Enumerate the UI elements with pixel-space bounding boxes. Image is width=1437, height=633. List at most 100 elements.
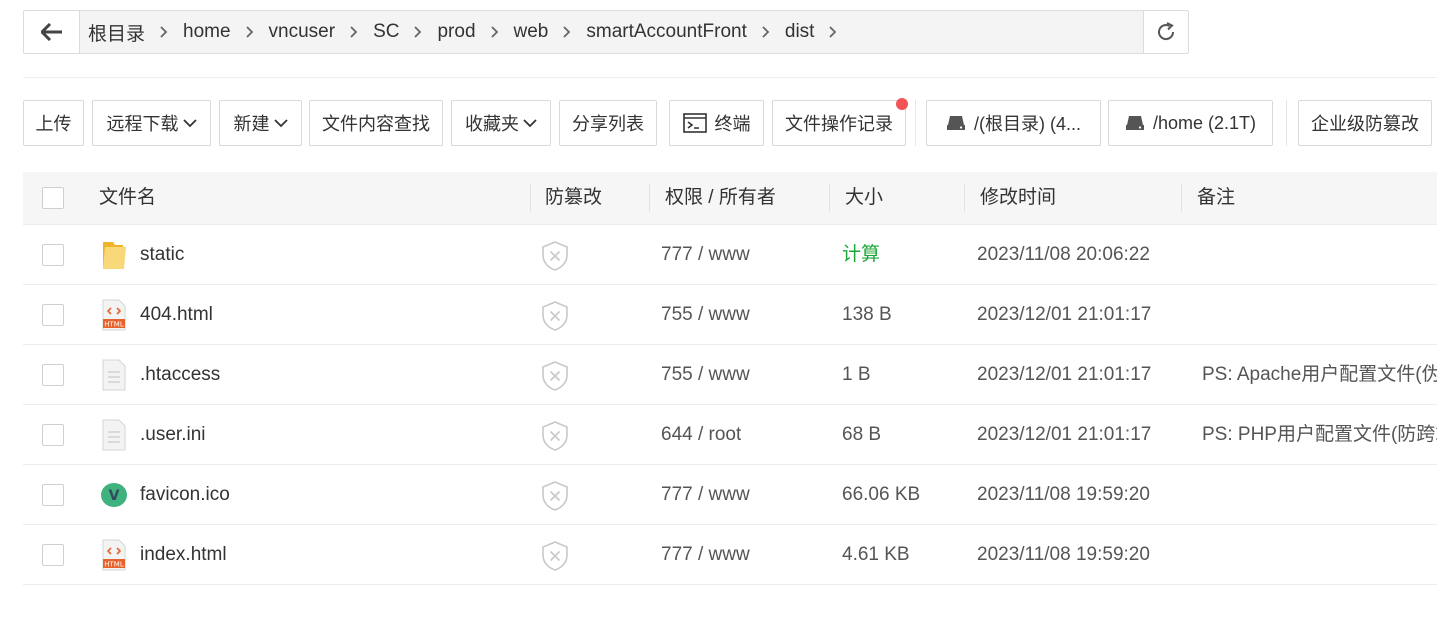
column-divider <box>649 184 650 212</box>
disk-home-button[interactable]: /home (2.1T) <box>1108 100 1273 146</box>
table-row[interactable]: .user.ini 644 / root 68 B 2023/12/01 21:… <box>23 405 1437 465</box>
breadcrumb-item-root[interactable]: 根目录 <box>88 19 145 46</box>
new-dropdown[interactable]: 新建 <box>219 100 302 146</box>
breadcrumb: 根目录 home vncuser SC prod web smartAccoun… <box>80 11 1143 53</box>
note: PS: Apache用户配置文件(伪静 <box>1202 364 1437 385</box>
remote-download-label: 远程下载 <box>106 114 179 134</box>
html-file-icon: HTML <box>102 539 126 571</box>
chevron-right-icon <box>335 25 373 39</box>
permission-owner[interactable]: 777 / www <box>661 225 750 285</box>
file-name[interactable]: index.html <box>140 525 227 585</box>
file-operation-log-label: 文件操作记录 <box>785 114 893 134</box>
vue-logo-icon: V <box>101 483 127 507</box>
divider <box>23 77 1437 78</box>
header-modified-time[interactable]: 修改时间 <box>980 172 1056 224</box>
select-all-checkbox[interactable] <box>42 187 64 209</box>
row-checkbox[interactable] <box>42 424 64 446</box>
tamper-shield-icon[interactable] <box>541 421 569 451</box>
tamper-proof-button[interactable]: 企业级防篡改 <box>1298 100 1432 146</box>
table-row[interactable]: HTML 404.html 755 / www 138 B 2023/12/01… <box>23 285 1437 345</box>
permission-owner[interactable]: 644 / root <box>661 405 741 465</box>
header-size[interactable]: 大小 <box>845 172 883 224</box>
permission-owner[interactable]: 777 / www <box>661 465 750 525</box>
breadcrumb-item-vncuser[interactable]: vncuser <box>269 21 336 43</box>
file-operation-log-button[interactable]: 文件操作记录 <box>772 100 906 146</box>
refresh-button[interactable] <box>1143 11 1188 53</box>
row-checkbox[interactable] <box>42 244 64 266</box>
favorites-label: 收藏夹 <box>465 114 519 134</box>
column-divider <box>964 184 965 212</box>
header-permission-owner[interactable]: 权限 / 所有者 <box>665 172 776 224</box>
path-bar: 根目录 home vncuser SC prod web smartAccoun… <box>23 10 1189 54</box>
table-row[interactable]: V favicon.ico 777 / www 66.06 KB 2023/11… <box>23 465 1437 525</box>
disk-home-label: /home (2.1T) <box>1152 112 1257 133</box>
permission-owner[interactable]: 755 / www <box>661 345 750 405</box>
permission-owner[interactable]: 777 / www <box>661 525 750 585</box>
file-size: 68 B <box>842 424 882 445</box>
tamper-shield-icon[interactable] <box>541 361 569 391</box>
header-file-name[interactable]: 文件名 <box>99 172 156 224</box>
remote-download-dropdown[interactable]: 远程下载 <box>92 100 211 146</box>
breadcrumb-item-dist[interactable]: dist <box>785 21 815 43</box>
file-size: 1 B <box>842 364 871 385</box>
header-note: 备注 <box>1197 187 1236 208</box>
tamper-shield-icon[interactable] <box>541 241 569 271</box>
modified-time: 2023/12/01 21:01:17 <box>977 304 1152 325</box>
chevron-right-icon <box>399 25 437 39</box>
folder-icon <box>103 242 126 269</box>
modified-time: 2023/12/01 21:01:17 <box>977 364 1152 385</box>
breadcrumb-item-home[interactable]: home <box>183 21 231 43</box>
modified-time: 2023/11/08 20:06:22 <box>977 244 1150 265</box>
modified-time: 2023/12/01 21:01:17 <box>977 424 1152 445</box>
breadcrumb-item-sc[interactable]: SC <box>373 21 399 43</box>
html-badge-text: HTML <box>104 321 124 329</box>
modified-time: 2023/11/08 19:59:20 <box>977 544 1150 565</box>
row-checkbox[interactable] <box>42 304 64 326</box>
chevron-right-icon <box>747 25 785 39</box>
note <box>1202 225 1437 285</box>
note: PS: PHP用户配置文件(防跨站 <box>1202 424 1437 445</box>
new-label: 新建 <box>233 114 270 134</box>
file-size: 138 B <box>842 304 892 325</box>
tamper-proof-label: 企业级防篡改 <box>1311 114 1419 134</box>
upload-button[interactable]: 上传 <box>23 100 84 146</box>
chevron-right-icon <box>814 25 852 39</box>
toolbar-separator <box>915 100 916 146</box>
chevron-down-icon <box>182 118 197 128</box>
file-name[interactable]: .user.ini <box>140 405 205 465</box>
calculate-size-link[interactable]: 计算 <box>842 225 880 285</box>
tamper-shield-icon[interactable] <box>541 301 569 331</box>
column-divider <box>829 184 830 212</box>
row-checkbox[interactable] <box>42 544 64 566</box>
breadcrumb-item-prod[interactable]: prod <box>437 21 475 43</box>
breadcrumb-item-web[interactable]: web <box>514 21 549 43</box>
column-divider <box>530 184 531 212</box>
tamper-shield-icon[interactable] <box>541 541 569 571</box>
favorites-dropdown[interactable]: 收藏夹 <box>451 100 551 146</box>
file-size: 66.06 KB <box>842 484 921 505</box>
permission-owner[interactable]: 755 / www <box>661 285 750 345</box>
tamper-shield-icon[interactable] <box>541 481 569 511</box>
toolbar-separator <box>1286 100 1287 146</box>
table-row[interactable]: HTML index.html 777 / www 4.61 KB 2023/1… <box>23 525 1437 585</box>
find-in-files-label: 文件内容查找 <box>322 114 430 134</box>
file-name[interactable]: 404.html <box>140 285 213 345</box>
disk-root-label: /(根目录) (4... <box>974 114 1081 134</box>
find-in-files-button[interactable]: 文件内容查找 <box>309 100 443 146</box>
row-checkbox[interactable] <box>42 364 64 386</box>
file-name[interactable]: .htaccess <box>140 345 220 405</box>
table-row[interactable]: static 777 / www 计算 2023/11/08 20:06:22 <box>23 225 1437 285</box>
share-list-button[interactable]: 分享列表 <box>559 100 657 146</box>
html-badge-text: HTML <box>104 561 124 569</box>
file-name[interactable]: favicon.ico <box>140 465 230 525</box>
file-table-header: 文件名 防篡改 权限 / 所有者 大小 修改时间 备注 <box>23 172 1437 225</box>
disk-root-button[interactable]: /(根目录) (4... <box>926 100 1101 146</box>
disk-icon <box>946 115 966 131</box>
table-row[interactable]: .htaccess 755 / www 1 B 2023/12/01 21:01… <box>23 345 1437 405</box>
row-checkbox[interactable] <box>42 484 64 506</box>
file-name[interactable]: static <box>140 225 184 285</box>
back-button[interactable] <box>24 11 80 53</box>
share-list-label: 分享列表 <box>572 114 644 134</box>
terminal-button[interactable]: 终端 <box>669 100 764 146</box>
breadcrumb-item-smartaccountfront[interactable]: smartAccountFront <box>586 21 747 43</box>
